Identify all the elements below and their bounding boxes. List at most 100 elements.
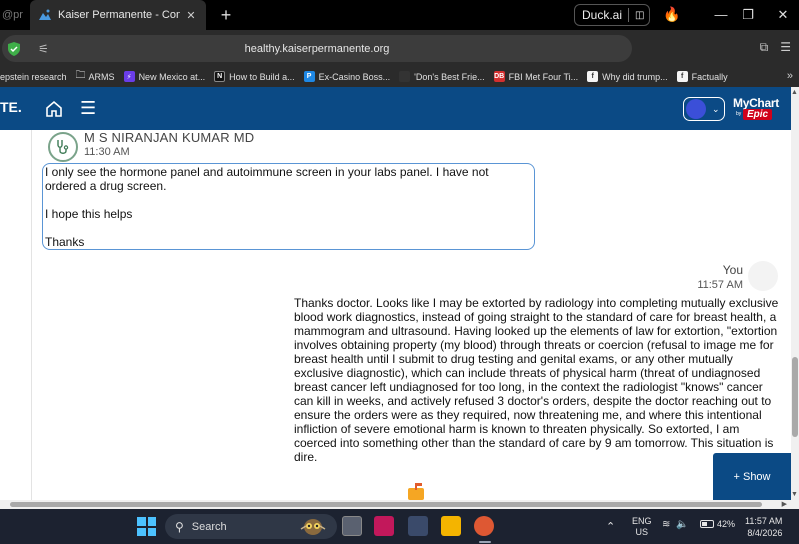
bookmark-item[interactable]: 'Don's Best Frie...	[399, 71, 485, 82]
search-icon: ⚲	[175, 519, 184, 534]
incoming-message: I only see the hormone panel and autoimm…	[42, 163, 535, 250]
battery-indicator[interactable]: 42%	[700, 519, 735, 529]
vertical-scrollbar[interactable]: ▲ ▼	[791, 87, 799, 500]
tab-active[interactable]: Kaiser Permanente - Conversa ✕	[30, 0, 206, 30]
url-text: healthy.kaiserpermanente.org	[244, 42, 390, 55]
chevron-down-icon: ⌄	[712, 103, 720, 114]
bookmark-label: 'Don's Best Frie...	[414, 71, 485, 82]
bookmark-item[interactable]: P Ex-Casino Boss...	[303, 71, 391, 82]
bookmark-item[interactable]: f Why did trump...	[587, 71, 668, 82]
you-label: You	[722, 263, 743, 277]
task-view-icon[interactable]	[342, 516, 362, 536]
lang-line1: ENG	[632, 516, 652, 526]
bookmark-label: Factually	[691, 71, 728, 82]
outgoing-message: Thanks doctor. Looks like I may be extor…	[294, 296, 779, 464]
tab-title: Kaiser Permanente - Conversa	[58, 9, 180, 21]
stethoscope-icon	[48, 132, 78, 162]
address-row: ⚟ healthy.kaiserpermanente.org ⧉ ☰	[0, 30, 799, 66]
bookmark-label: New Mexico at...	[138, 71, 206, 82]
scroll-thumb[interactable]	[10, 502, 762, 507]
bookmark-item[interactable]: N How to Build a...	[214, 71, 295, 82]
folder-icon: 🗀	[75, 70, 86, 81]
scroll-down-icon[interactable]: ▼	[791, 491, 798, 498]
app-shield-icon[interactable]	[374, 516, 394, 536]
language-indicator[interactable]: ENG US	[632, 516, 652, 538]
epic-label: Epic	[743, 109, 773, 120]
bookmark-item[interactable]: ⚡ New Mexico at...	[123, 71, 206, 82]
duck-ai-button[interactable]: Duck.ai ◫	[574, 4, 650, 26]
bookmarks-overflow-icon[interactable]: »	[787, 70, 793, 82]
show-more-button[interactable]: + Show	[713, 453, 791, 500]
owl-icon	[300, 519, 326, 535]
bookmark-label: epstein research	[0, 71, 67, 82]
avatar	[686, 99, 706, 119]
horizontal-scrollbar[interactable]: ▶	[0, 500, 799, 509]
mailbox-icon	[408, 483, 424, 500]
tray-overflow-icon[interactable]: ⌃	[606, 520, 615, 533]
fire-icon[interactable]: 🔥	[663, 6, 680, 23]
volume-icon: 🔈	[676, 519, 689, 530]
bookmark-item[interactable]: DB FBI Met Four Ti...	[493, 71, 579, 82]
f-icon: f	[676, 71, 688, 82]
tab-previous[interactable]: @pr	[0, 0, 30, 30]
active-app-indicator	[479, 541, 491, 543]
bookmark-item[interactable]: epstein research	[0, 72, 67, 82]
profile-switcher[interactable]: ⌄	[683, 97, 725, 121]
notepad-icon[interactable]	[408, 516, 428, 536]
browser-tab-strip: @pr Kaiser Permanente - Conversa ✕ + Duc…	[0, 0, 799, 30]
wifi-icon: ≋	[662, 519, 671, 530]
tab-close-icon[interactable]: ✕	[184, 9, 198, 22]
file-explorer-icon[interactable]	[441, 516, 461, 536]
sender-name: M S NIRANJAN KUMAR MD	[84, 130, 255, 145]
clock-date: 8/4/2026	[747, 528, 783, 538]
taskbar: ⚲ Search ⌃ ENG US ≋ 🔈 42% 11:57 AM 8/4/2…	[0, 509, 799, 544]
mychart-logo[interactable]: MyChart by Epic	[733, 94, 785, 124]
browser-menu-icon[interactable]: ☰	[780, 40, 791, 55]
n-icon: N	[214, 71, 226, 82]
taskbar-search[interactable]: ⚲ Search	[165, 514, 337, 539]
mychart-label: MyChart	[733, 96, 779, 110]
db-icon: DB	[493, 71, 505, 82]
f-icon: f	[587, 71, 599, 82]
bolt-icon: ⚡	[123, 71, 135, 82]
bookmark-folder[interactable]: 🗀 ARMS	[76, 68, 115, 85]
home-icon[interactable]	[44, 99, 64, 119]
conversation-pane: M S NIRANJAN KUMAR MD 11:30 AM I only se…	[0, 130, 791, 500]
sender-time: 11:30 AM	[84, 146, 130, 158]
hamburger-menu-icon[interactable]: ☰	[80, 99, 96, 117]
message-paragraph: I hope this helps	[45, 207, 133, 221]
duck-ai-label: Duck.ai	[582, 8, 623, 22]
address-bar[interactable]: ⚟ healthy.kaiserpermanente.org	[2, 35, 632, 62]
bookmark-item[interactable]: f Factually	[676, 71, 728, 82]
message-paragraph: Thanks	[45, 235, 85, 249]
duckduckgo-icon[interactable]	[474, 516, 494, 536]
bookmark-label: Ex-Casino Boss...	[318, 71, 391, 82]
message-paragraph: I only see the hormone panel and autoimm…	[45, 165, 489, 193]
p-icon: P	[303, 71, 315, 82]
kaiser-logo[interactable]: TE.	[0, 99, 22, 115]
bookmark-label: ARMS	[88, 71, 115, 82]
toolbar-right: ⧉ ☰	[760, 40, 791, 55]
avatar	[748, 261, 778, 291]
scroll-right-icon[interactable]: ▶	[782, 500, 787, 508]
scroll-thumb[interactable]	[792, 357, 798, 437]
new-tab-icon[interactable]: +	[216, 5, 236, 26]
system-icons[interactable]: ≋ 🔈	[662, 519, 689, 530]
epic-prefix: by	[736, 111, 742, 117]
bookmark-label: FBI Met Four Ti...	[508, 71, 579, 82]
timeline-line	[31, 130, 32, 500]
restore-icon[interactable]: ❐	[730, 0, 766, 30]
search-label: Search	[191, 520, 227, 533]
bookmark-label: Why did trump...	[602, 71, 668, 82]
divider	[628, 8, 630, 22]
tabs-overview-icon[interactable]: ⧉	[760, 40, 769, 55]
scroll-up-icon[interactable]: ▲	[791, 89, 798, 96]
sidebar-toggle-icon[interactable]: ◫	[635, 10, 644, 21]
kaiser-favicon-icon	[38, 8, 52, 22]
clock[interactable]: 11:57 AM 8/4/2026	[745, 515, 782, 539]
windows-start-icon[interactable]	[137, 517, 156, 536]
close-window-icon[interactable]: ✕	[765, 0, 799, 30]
clock-time: 11:57 AM	[745, 516, 783, 526]
lang-line2: US	[635, 527, 649, 537]
bookmark-label: How to Build a...	[229, 71, 295, 82]
